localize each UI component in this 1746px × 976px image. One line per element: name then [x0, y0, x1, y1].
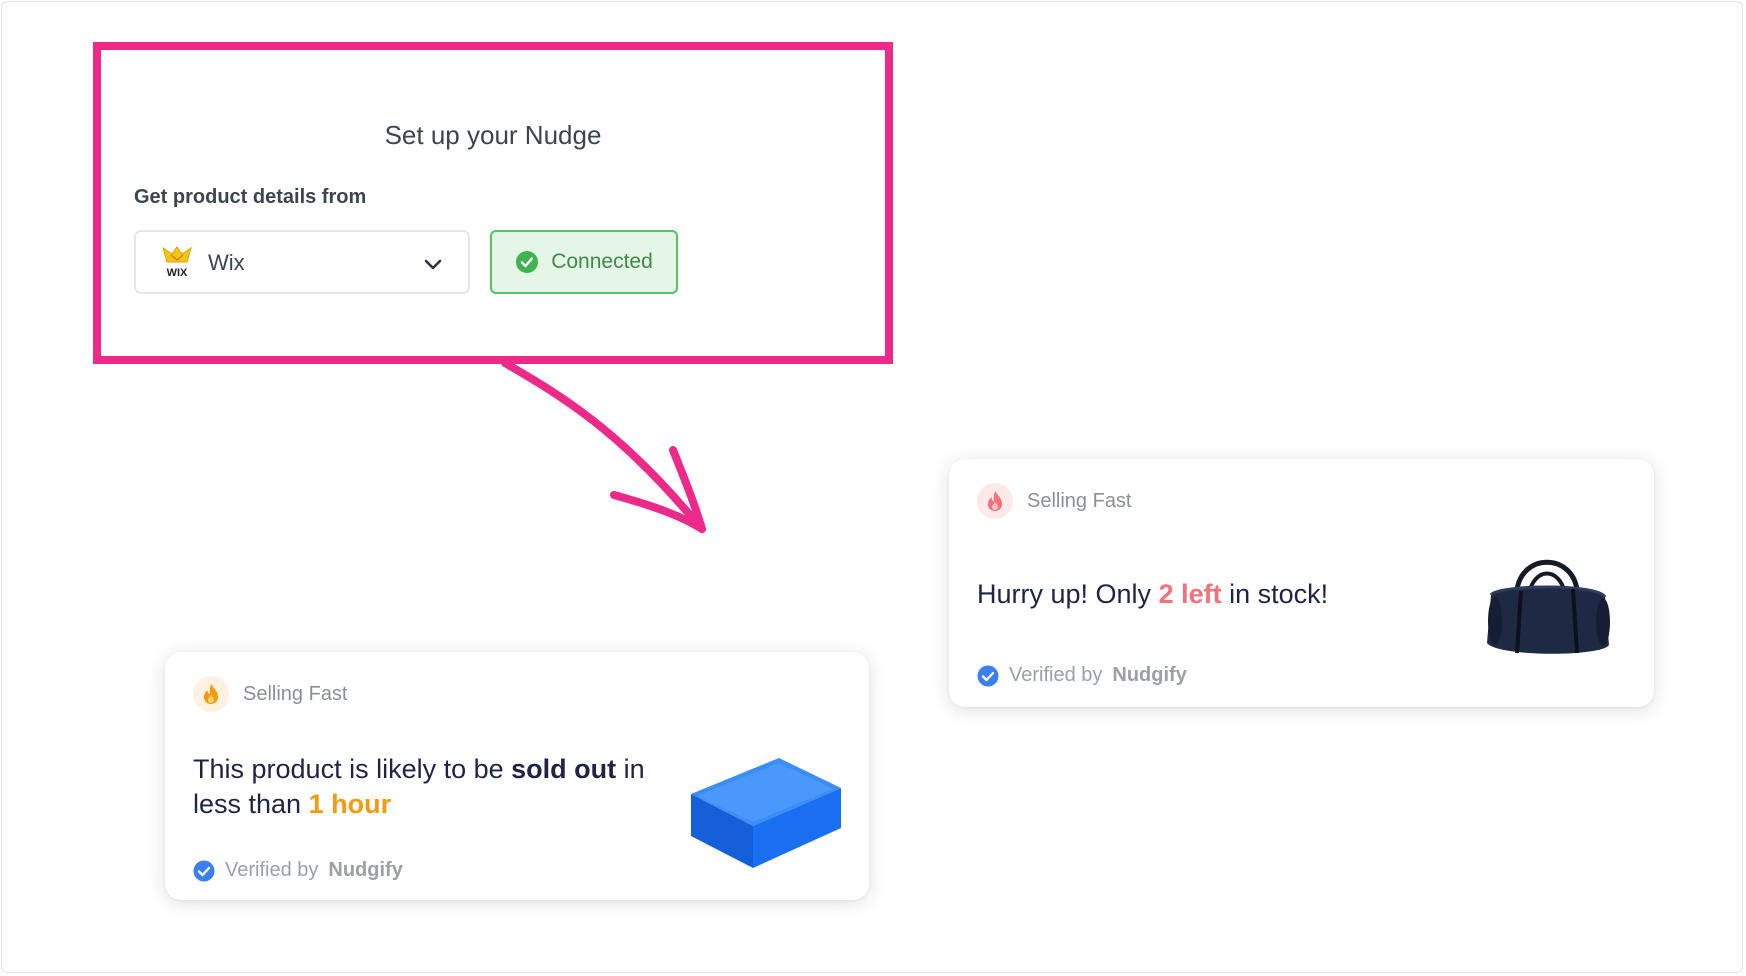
source-select-value: Wix	[208, 250, 245, 275]
card-header-label: Selling Fast	[243, 682, 348, 705]
card-header-label: Selling Fast	[1027, 489, 1132, 512]
flame-badge	[977, 483, 1013, 519]
message-highlight: 2 left	[1158, 579, 1222, 609]
message-highlight: 1 hour	[308, 789, 392, 819]
verified-prefix: Verified by	[225, 859, 319, 881]
setup-title: Set up your Nudge	[384, 120, 602, 150]
message-text: Hurry up! Only	[977, 579, 1159, 609]
source-select[interactable]: WIX Wix	[134, 230, 470, 294]
nudge-message: This product is likely to be sold out in…	[193, 752, 673, 822]
verified-brand: Nudgify	[328, 859, 403, 881]
card-header: Selling Fast	[193, 676, 348, 712]
verified-brand: Nudgify	[1112, 664, 1187, 686]
flame-badge	[193, 676, 229, 712]
pink-arrow-icon	[501, 359, 706, 533]
duffel-bag-image	[1487, 559, 1610, 654]
verified-check-icon	[193, 860, 215, 881]
message-emphasis: sold out	[511, 754, 617, 784]
wix-logo-icon: WIX	[162, 246, 192, 279]
flame-icon	[204, 684, 218, 704]
connected-status-badge: Connected	[490, 230, 678, 294]
message-text: in stock!	[1221, 579, 1329, 609]
nudge-card-low-stock: Selling Fast Hurry up! Only 2 left in st…	[949, 459, 1654, 707]
card-header: Selling Fast	[977, 483, 1132, 519]
nudge-card-sold-out: Selling Fast This product is likely to b…	[165, 652, 869, 900]
flame-icon	[988, 491, 1002, 511]
connected-label: Connected	[551, 250, 653, 273]
svg-text:WIX: WIX	[167, 267, 188, 279]
verified-footer: Verified by Nudgify	[977, 664, 1187, 687]
verified-footer: Verified by Nudgify	[193, 859, 403, 882]
chevron-down-icon	[424, 259, 442, 270]
verified-check-icon	[977, 665, 999, 686]
check-circle-icon	[516, 251, 539, 273]
nudge-message: Hurry up! Only 2 left in stock!	[977, 577, 1457, 612]
setup-panel: Set up your Nudge Get product details fr…	[93, 42, 893, 364]
yoga-block-image	[691, 758, 841, 868]
source-label: Get product details from	[134, 186, 367, 208]
message-text: This product is likely to be	[193, 754, 512, 784]
verified-prefix: Verified by	[1009, 664, 1103, 686]
